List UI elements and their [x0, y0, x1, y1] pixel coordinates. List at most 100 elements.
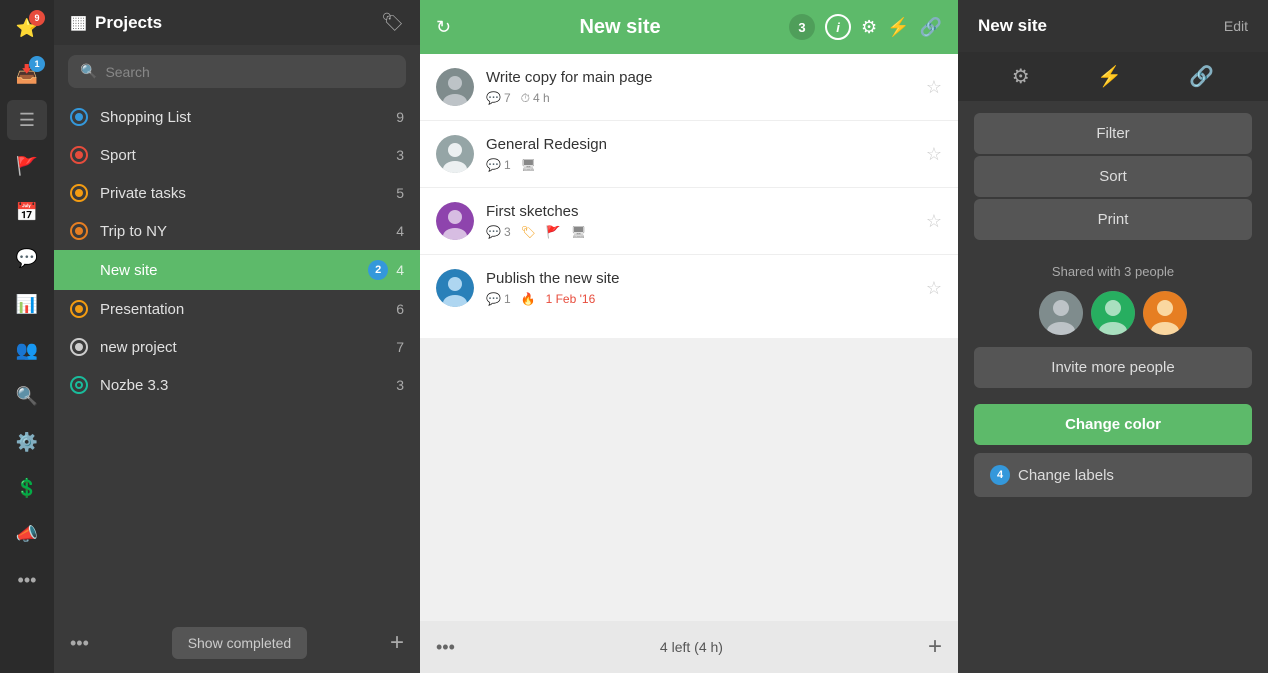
- chat-icon: 💬: [16, 248, 38, 269]
- calendar-nav-item[interactable]: 📅: [7, 192, 47, 232]
- info-icon[interactable]: i: [825, 14, 851, 40]
- megaphone-nav-item[interactable]: 📣: [7, 514, 47, 554]
- chart-icon: 📊: [16, 294, 38, 315]
- gear-icon[interactable]: ⚙: [861, 17, 877, 38]
- project-count-sport: 3: [396, 147, 404, 163]
- search-input[interactable]: [105, 64, 394, 80]
- projects-nav-item[interactable]: ☰: [7, 100, 47, 140]
- project-count-private: 5: [396, 185, 404, 201]
- screen-icon: 🖥: [521, 158, 536, 172]
- screen-icon-item: 🖥: [521, 158, 536, 172]
- task-name: Write copy for main page: [486, 69, 916, 86]
- star-nav-item[interactable]: ⭐ 9: [7, 8, 47, 48]
- task-count-badge: 3: [789, 14, 815, 40]
- star-button[interactable]: ☆: [926, 211, 942, 232]
- comment-icon: 💬: [486, 158, 501, 172]
- table-row[interactable]: First sketches 💬 3 🏷 🚩 🖥 ☆: [420, 188, 958, 255]
- star-button[interactable]: ☆: [926, 278, 942, 299]
- fire-icon: 🔥: [521, 292, 536, 306]
- projects-title-area: ▦ Projects: [70, 12, 162, 33]
- project-name-shopping-list: Shopping List: [100, 109, 396, 126]
- search-box[interactable]: 🔍: [68, 55, 406, 88]
- search-icon: 🔍: [16, 386, 38, 407]
- chart-nav-item[interactable]: 📊: [7, 284, 47, 324]
- project-count-shopping-list: 9: [396, 109, 404, 125]
- link-icon[interactable]: 🔗: [920, 17, 942, 38]
- project-count-trip: 4: [396, 223, 404, 239]
- table-row[interactable]: Write copy for main page 💬 7 ⏱ 4 h ☆: [420, 54, 958, 121]
- list-item[interactable]: Trip to NY 4: [54, 212, 420, 250]
- add-project-button[interactable]: +: [390, 629, 404, 657]
- print-button[interactable]: Print: [974, 199, 1252, 240]
- change-color-button[interactable]: Change color: [974, 404, 1252, 445]
- add-task-button[interactable]: +: [928, 633, 942, 661]
- task-meta: 💬 1 🖥: [486, 158, 916, 172]
- search-nav-item[interactable]: 🔍: [7, 376, 47, 416]
- list-item[interactable]: Sport 3: [54, 136, 420, 174]
- task-name: Publish the new site: [486, 270, 916, 287]
- gear-right-icon[interactable]: ⚙: [1006, 58, 1036, 95]
- list-item[interactable]: Private tasks 5: [54, 174, 420, 212]
- project-name-sport: Sport: [100, 147, 396, 164]
- table-row[interactable]: Publish the new site 💬 1 🔥 1 Feb '16 ☆: [420, 255, 958, 321]
- list-item[interactable]: Presentation 6: [54, 290, 420, 328]
- table-row[interactable]: General Redesign 💬 1 🖥 ☆: [420, 121, 958, 188]
- star-button[interactable]: ☆: [926, 144, 942, 165]
- task-name: General Redesign: [486, 136, 916, 153]
- change-labels-button[interactable]: 4 Change labels: [974, 453, 1252, 497]
- settings-nav-item[interactable]: ⚙️: [7, 422, 47, 462]
- star-button[interactable]: ☆: [926, 77, 942, 98]
- project-name-nozbe: Nozbe 3.3: [100, 377, 396, 394]
- refresh-icon[interactable]: ↻: [436, 17, 451, 38]
- avatar: [436, 135, 474, 173]
- more-projects-button[interactable]: •••: [70, 633, 89, 654]
- time-estimate: ⏱ 4 h: [521, 91, 550, 106]
- invite-button[interactable]: Invite more people: [974, 347, 1252, 388]
- flag-nav-item[interactable]: 🚩: [7, 146, 47, 186]
- list-item[interactable]: New site 2 4: [54, 250, 420, 290]
- comment-count: 💬 3: [486, 225, 511, 239]
- right-panel-title: New site: [978, 16, 1047, 36]
- comment-icon: 💬: [486, 292, 501, 306]
- list-item[interactable]: new project 7: [54, 328, 420, 366]
- task-meta: 💬 7 ⏱ 4 h: [486, 91, 916, 106]
- task-content: Publish the new site 💬 1 🔥 1 Feb '16: [486, 270, 916, 306]
- tasks-header-left: ↻: [436, 17, 451, 38]
- comment-count: 💬 7: [486, 91, 511, 105]
- lightning-icon[interactable]: ⚡: [887, 17, 909, 38]
- tasks-panel: ↻ New site 3 i ⚙ ⚡ 🔗 Write copy for main…: [420, 0, 958, 673]
- lightning-right-icon[interactable]: ⚡: [1091, 58, 1128, 95]
- right-panel: New site Edit ⚙ ⚡ 🔗 Filter Sort Print Sh…: [958, 0, 1268, 673]
- more-tasks-button[interactable]: •••: [436, 637, 455, 658]
- grid-icon: ▦: [70, 12, 87, 33]
- money-nav-item[interactable]: 💲: [7, 468, 47, 508]
- tag-icon[interactable]: 🏷: [381, 12, 404, 33]
- comment-count: 💬 1: [486, 158, 511, 172]
- settings-icon: ⚙️: [16, 432, 38, 453]
- edit-button[interactable]: Edit: [1224, 18, 1248, 34]
- show-completed-button[interactable]: Show completed: [172, 627, 308, 659]
- change-labels-text: Change labels: [1018, 467, 1114, 484]
- avatar: [1039, 291, 1083, 335]
- task-meta: 💬 3 🏷 🚩 🖥: [486, 225, 916, 239]
- money-icon: 💲: [16, 478, 38, 499]
- chat-nav-item[interactable]: 💬: [7, 238, 47, 278]
- more-nav-item[interactable]: •••: [7, 560, 47, 600]
- labels-number-badge: 4: [990, 465, 1010, 485]
- sort-button[interactable]: Sort: [974, 156, 1252, 197]
- project-dot-sport: [70, 146, 88, 164]
- link-right-icon[interactable]: 🔗: [1183, 58, 1220, 95]
- list-item[interactable]: Shopping List 9: [54, 98, 420, 136]
- list-item[interactable]: Nozbe 3.3 3: [54, 366, 420, 404]
- project-dot-newproject: [70, 338, 88, 356]
- megaphone-icon: 📣: [16, 524, 38, 545]
- right-top-icons: ⚙ ⚡ 🔗: [958, 52, 1268, 101]
- projects-icon: ☰: [19, 110, 35, 131]
- task-meta: 💬 1 🔥 1 Feb '16: [486, 292, 916, 306]
- filter-button[interactable]: Filter: [974, 113, 1252, 154]
- people-nav-item[interactable]: 👥: [7, 330, 47, 370]
- tasks-header: ↻ New site 3 i ⚙ ⚡ 🔗: [420, 0, 958, 54]
- inbox-nav-item[interactable]: 📥 1: [7, 54, 47, 94]
- comment-icon: 💬: [486, 225, 501, 239]
- flag-icon: 🚩: [16, 156, 38, 177]
